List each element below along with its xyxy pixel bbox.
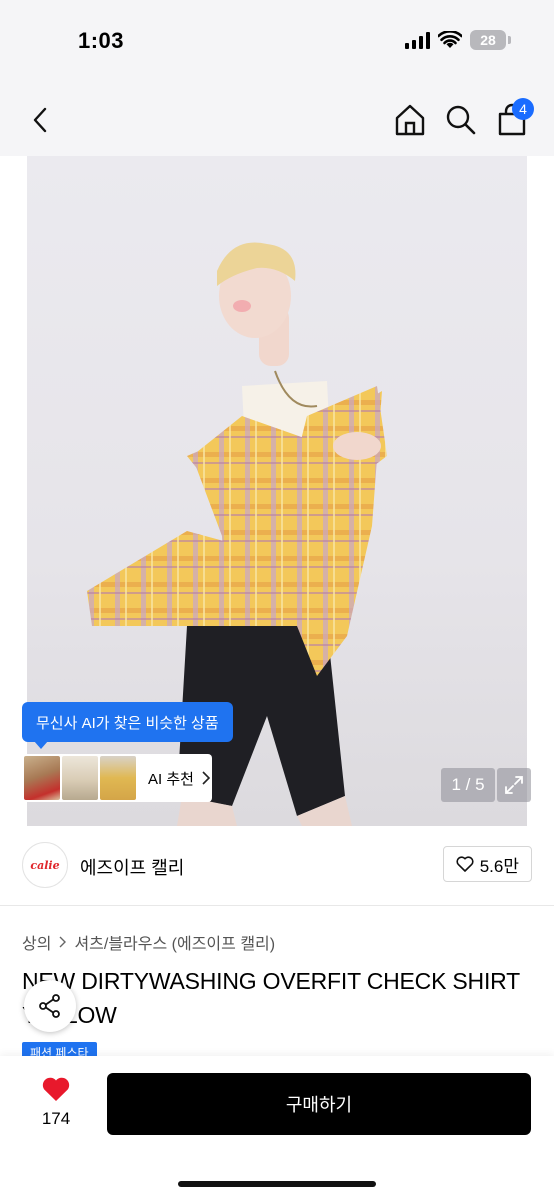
search-icon [446,105,476,135]
expand-icon [505,776,523,794]
ai-recommend-link[interactable]: AI 추천 [148,768,210,789]
ai-recommend-label: AI 추천 [148,770,194,788]
breadcrumb: 상의 셔츠/블라우스 (에즈이프 캘리) [22,930,275,954]
battery-level: 28 [480,32,496,48]
cart-button[interactable]: 4 [494,98,534,138]
ai-thumbnail[interactable] [24,756,60,800]
ai-similar-tooltip[interactable]: 무신사 AI가 찾은 비슷한 상품 [22,702,233,749]
home-icon [395,104,425,136]
product-image-gallery[interactable]: 무신사 AI가 찾은 비슷한 상품 AI 추천 1 / 5 [0,156,554,826]
brand-like-button[interactable]: 5.6만 [442,846,532,882]
expand-image-button[interactable] [497,768,531,802]
chevron-left-icon [33,107,47,133]
cellular-signal-icon [405,31,430,49]
cart-count-badge: 4 [512,98,534,120]
status-icons: 28 [405,30,511,50]
brand-row: calie 에즈이프 캘리 5.6만 [0,826,554,906]
chevron-right-icon [59,936,67,948]
brand-name[interactable]: 에즈이프 캘리 [80,854,184,880]
share-button[interactable] [24,980,76,1032]
ai-thumbnail[interactable] [100,756,136,800]
bottom-purchase-bar: 174 구매하기 [0,1056,554,1200]
wifi-icon [438,31,462,48]
chevron-right-icon [202,771,210,785]
image-counter: 1 / 5 [441,768,495,802]
heart-outline-icon [456,856,474,872]
home-button[interactable] [392,102,428,138]
home-indicator [178,1181,376,1187]
search-button[interactable] [443,102,479,138]
back-button[interactable] [22,102,58,138]
breadcrumb-category[interactable]: 상의 [22,930,51,954]
wishlist-count: 174 [41,1109,71,1128]
share-icon [39,994,60,1018]
ai-recommend-strip[interactable]: AI 추천 [22,754,212,802]
product-title: NEW DIRTYWASHING OVERFIT CHECK SHIRT YEL… [22,968,520,1028]
top-nav: 4 [0,80,554,156]
status-bar: 1:03 28 [0,0,554,80]
brand-logo[interactable]: calie [22,842,68,888]
heart-filled-icon [42,1077,70,1101]
buy-button[interactable]: 구매하기 [107,1073,531,1135]
ai-thumbnail[interactable] [62,756,98,800]
battery-icon: 28 [470,30,511,50]
breadcrumb-subcategory[interactable]: 셔츠/블라우스 (에즈이프 캘리) [74,930,275,954]
brand-logo-text: calie [30,858,60,872]
status-time: 1:03 [78,28,125,53]
ai-tooltip-text: 무신사 AI가 찾은 비슷한 상품 [36,714,219,732]
wishlist-button[interactable]: 174 [30,1076,82,1129]
brand-like-count: 5.6만 [479,856,519,876]
